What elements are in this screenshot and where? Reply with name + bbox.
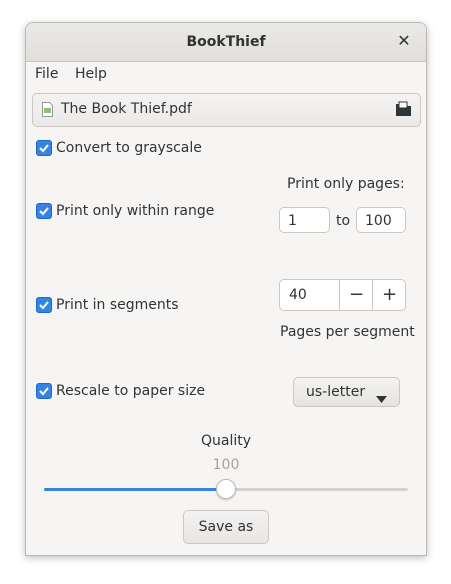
- chevron-down-icon: [376, 388, 387, 407]
- menubar: File Help: [26, 62, 426, 88]
- slider-handle[interactable]: [216, 479, 236, 499]
- segments-spinbutton[interactable]: 40 − +: [279, 279, 406, 311]
- range-to-input[interactable]: 100: [356, 207, 406, 233]
- slider-fill: [44, 488, 226, 491]
- segments-caption: Pages per segment: [280, 324, 415, 340]
- menu-help[interactable]: Help: [75, 66, 107, 82]
- quality-label: Quality: [200, 433, 252, 449]
- open-folder-icon[interactable]: [395, 101, 412, 121]
- quality-slider[interactable]: [44, 479, 408, 499]
- quality-value: 100: [212, 457, 240, 473]
- save-as-button[interactable]: Save as: [183, 510, 269, 544]
- increment-button[interactable]: +: [372, 280, 406, 310]
- file-chooser[interactable]: The Book Thief.pdf: [32, 93, 421, 127]
- rescale-checkbox[interactable]: [36, 383, 52, 399]
- menu-file[interactable]: File: [35, 66, 58, 82]
- grayscale-label: Convert to grayscale: [56, 140, 202, 156]
- close-icon[interactable]: ✕: [394, 31, 414, 51]
- paper-size-value: us-letter: [306, 384, 366, 400]
- checkmark-icon: [39, 144, 49, 153]
- decrement-button[interactable]: −: [339, 280, 373, 310]
- checkmark-icon: [39, 387, 49, 396]
- range-label: Print only within range: [56, 203, 215, 219]
- grayscale-checkbox[interactable]: [36, 140, 52, 156]
- segments-value[interactable]: 40: [289, 287, 307, 303]
- checkmark-icon: [39, 301, 49, 310]
- range-from-input[interactable]: 1: [279, 207, 330, 233]
- file-name: The Book Thief.pdf: [61, 101, 192, 117]
- checkmark-icon: [39, 207, 49, 216]
- segments-checkbox[interactable]: [36, 297, 52, 313]
- range-to-label: to: [336, 213, 351, 229]
- segments-label: Print in segments: [56, 297, 179, 313]
- window-title: BookThief: [186, 34, 266, 50]
- range-checkbox[interactable]: [36, 203, 52, 219]
- document-icon: [42, 102, 53, 121]
- range-heading: Print only pages:: [287, 176, 405, 192]
- rescale-label: Rescale to paper size: [56, 383, 206, 399]
- titlebar[interactable]: BookThief ✕: [26, 23, 426, 62]
- app-window: BookThief ✕ File Help The Book Thief.pdf…: [25, 22, 427, 556]
- paper-size-dropdown[interactable]: us-letter: [293, 377, 400, 407]
